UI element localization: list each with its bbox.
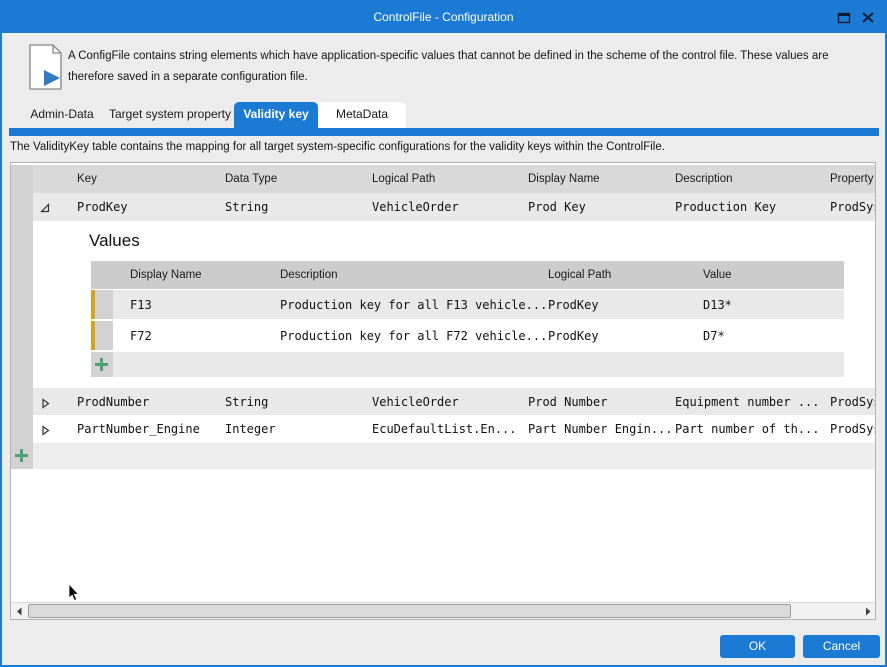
table-row-prodkey[interactable]: ProdKey String VehicleOrder Prod Key Pro…	[33, 193, 876, 221]
values-row-f72[interactable]: F72 Production key for all F72 vehicle..…	[113, 321, 844, 350]
value-description[interactable]: Production key for all F13 vehicle...	[280, 298, 547, 312]
tab-admin-data[interactable]: Admin-Data	[26, 102, 98, 128]
tab-metadata[interactable]: MetaData	[318, 102, 406, 128]
cell-display-name[interactable]: Part Number Engin...	[528, 422, 673, 436]
column-header-data-type[interactable]: Data Type	[225, 173, 277, 185]
titlebar[interactable]: ControlFile - Configuration	[2, 2, 885, 33]
maximize-icon[interactable]	[837, 11, 853, 25]
arrow-left-icon[interactable]	[11, 603, 27, 619]
window-title: ControlFile - Configuration	[2, 10, 885, 24]
arrow-right-icon[interactable]	[859, 603, 875, 619]
cell-description[interactable]: Production Key	[675, 200, 776, 214]
config-document-icon	[28, 44, 64, 95]
column-header-logical-path[interactable]: Logical Path	[372, 173, 435, 185]
cell-property-map[interactable]: ProdSys.EDL	[830, 422, 876, 436]
cell-data-type[interactable]: String	[225, 200, 268, 214]
validity-key-grid: Key Data Type Logical Path Display Name …	[10, 162, 876, 620]
cell-logical-path[interactable]: VehicleOrder	[372, 395, 459, 409]
value-logical-path[interactable]: ProdKey	[548, 329, 599, 343]
values-row-gutter	[91, 290, 113, 319]
values-column-logical-path[interactable]: Logical Path	[548, 269, 611, 281]
values-column-value[interactable]: Value	[703, 269, 732, 281]
column-header-key[interactable]: Key	[77, 173, 97, 185]
close-icon[interactable]	[861, 11, 877, 25]
validity-key-description: The ValidityKey table contains the mappi…	[10, 141, 665, 153]
cell-display-name[interactable]: Prod Key	[528, 200, 586, 214]
row-expander-icon-expanded[interactable]	[40, 201, 51, 212]
add-key-plus-icon[interactable]	[15, 449, 28, 462]
values-row-gutter	[91, 321, 113, 350]
values-row-f13[interactable]: F13 Production key for all F13 vehicle..…	[113, 290, 844, 319]
table-row-partnumber-engine[interactable]: PartNumber_Engine Integer EcuDefaultList…	[33, 415, 876, 443]
cell-description[interactable]: Part number of th...	[675, 422, 820, 436]
tab-target-system-property[interactable]: Target system property	[108, 102, 232, 128]
value-display-name[interactable]: F72	[130, 329, 152, 343]
cell-key[interactable]: ProdKey	[77, 200, 128, 214]
horizontal-scrollbar[interactable]	[11, 602, 875, 619]
add-value-plus-icon[interactable]	[95, 358, 108, 371]
grid-header-row: Key Data Type Logical Path Display Name …	[33, 165, 876, 193]
row-expander-icon-collapsed[interactable]	[40, 423, 51, 434]
cell-data-type[interactable]: Integer	[225, 422, 276, 436]
scrollbar-thumb[interactable]	[28, 604, 791, 618]
tab-underline-bar	[9, 128, 879, 136]
values-section-title: Values	[89, 231, 140, 251]
values-column-display-name[interactable]: Display Name	[130, 269, 202, 281]
values-column-description[interactable]: Description	[280, 269, 338, 281]
column-header-description[interactable]: Description	[675, 173, 733, 185]
tab-validity-key[interactable]: Validity key	[234, 102, 318, 128]
cell-key[interactable]: PartNumber_Engine	[77, 422, 200, 436]
cancel-button[interactable]: Cancel	[803, 635, 880, 658]
value-description[interactable]: Production key for all F72 vehicle...	[280, 329, 547, 343]
column-header-property-map[interactable]: Property Map	[830, 173, 876, 185]
row-expander-icon-collapsed[interactable]	[40, 396, 51, 407]
new-key-row-placeholder[interactable]	[33, 443, 876, 469]
value-value[interactable]: D7*	[703, 329, 725, 343]
cell-logical-path[interactable]: VehicleOrder	[372, 200, 459, 214]
cell-property-map[interactable]: ProdSys.Veh	[830, 200, 876, 214]
cell-property-map[interactable]: ProdSys.Veh	[830, 395, 876, 409]
cell-key[interactable]: ProdNumber	[77, 395, 149, 409]
cell-display-name[interactable]: Prod Number	[528, 395, 607, 409]
ok-button[interactable]: OK	[720, 635, 795, 658]
cell-data-type[interactable]: String	[225, 395, 268, 409]
values-header-row: Display Name Description Logical Path Va…	[91, 261, 844, 289]
modified-row-marker	[91, 321, 95, 350]
info-description: A ConfigFile contains string elements wh…	[68, 46, 871, 87]
cell-description[interactable]: Equipment number ...	[675, 395, 820, 409]
row-header-gutter	[11, 165, 33, 469]
tab-strip: Admin-Data Target system property Validi…	[2, 97, 885, 128]
value-value[interactable]: D13*	[703, 298, 732, 312]
table-row-prodnumber[interactable]: ProdNumber String VehicleOrder Prod Numb…	[33, 388, 876, 416]
value-display-name[interactable]: F13	[130, 298, 152, 312]
info-panel: A ConfigFile contains string elements wh…	[2, 33, 885, 97]
values-new-row-placeholder[interactable]	[113, 352, 844, 377]
value-logical-path[interactable]: ProdKey	[548, 298, 599, 312]
cell-logical-path[interactable]: EcuDefaultList.En...	[372, 422, 517, 436]
controlfile-configuration-dialog: ControlFile - Configuration A ConfigFile…	[0, 0, 887, 667]
column-header-display-name[interactable]: Display Name	[528, 173, 600, 185]
modified-row-marker	[91, 290, 95, 319]
